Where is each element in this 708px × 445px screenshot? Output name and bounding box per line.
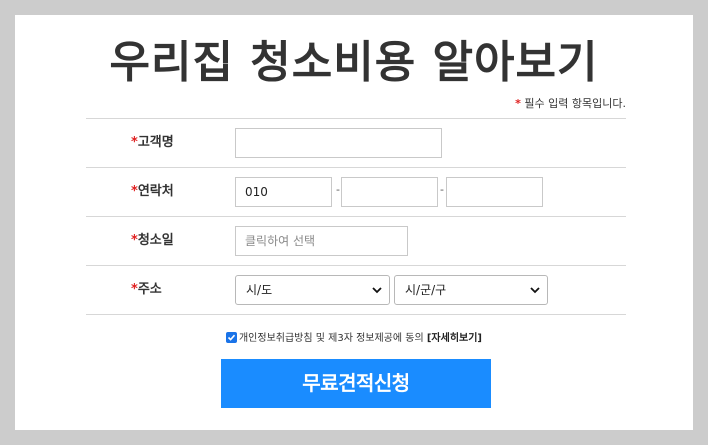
chevron-down-icon [372, 287, 382, 294]
form-row-address: *주소 시/도 시/군/구 [86, 265, 626, 315]
address-label-text: 주소 [137, 282, 162, 297]
required-mark: * [131, 233, 138, 248]
city-select[interactable]: 시/도 [235, 275, 390, 305]
required-mark: * [131, 135, 138, 150]
consent-row: 개인정보취급방침 및 제3자 정보제공에 동의 [자세히보기] [15, 331, 693, 347]
chevron-down-icon [530, 287, 540, 294]
consent-checkbox[interactable] [225, 332, 237, 343]
phone-label: *연락처 [131, 168, 174, 216]
form-row-name: *고객명 [86, 118, 626, 167]
form-card: 우리집 청소비용 알아보기 * 필수 입력 항목입니다. *고객명 *연락처 -… [15, 15, 693, 430]
required-mark: * [131, 282, 138, 297]
submit-button[interactable]: 무료견적신청 [221, 359, 491, 408]
city-select-value: 시/도 [246, 283, 273, 297]
name-input[interactable] [235, 128, 442, 158]
phone-label-text: 연락처 [137, 184, 174, 199]
required-note: * 필수 입력 항목입니다. [515, 95, 626, 111]
address-label: *주소 [131, 266, 162, 314]
form-row-date: *청소일 [86, 216, 626, 265]
form-row-phone: *연락처 - - [86, 167, 626, 216]
date-label-text: 청소일 [137, 233, 174, 248]
phone-part1-input[interactable] [235, 177, 332, 207]
page-title: 우리집 청소비용 알아보기 [109, 37, 599, 88]
district-select-value: 시/군/구 [405, 283, 447, 297]
required-mark: * [515, 97, 521, 110]
consent-detail-link[interactable]: [자세히보기] [427, 333, 482, 344]
consent-text: 개인정보취급방침 및 제3자 정보제공에 동의 [238, 333, 424, 344]
required-note-text: 필수 입력 항목입니다. [524, 97, 626, 110]
phone-separator: - [440, 183, 444, 196]
phone-separator: - [336, 183, 340, 196]
phone-part3-input[interactable] [446, 177, 543, 207]
date-label: *청소일 [131, 217, 174, 265]
date-picker-input[interactable] [235, 226, 408, 256]
phone-part2-input[interactable] [341, 177, 438, 207]
checkmark-icon [227, 334, 236, 341]
required-mark: * [131, 184, 138, 199]
name-label: *고객명 [131, 119, 174, 167]
district-select[interactable]: 시/군/구 [394, 275, 548, 305]
estimate-form: *고객명 *연락처 - - *청소일 *주소 [86, 118, 626, 315]
name-label-text: 고객명 [137, 135, 174, 150]
